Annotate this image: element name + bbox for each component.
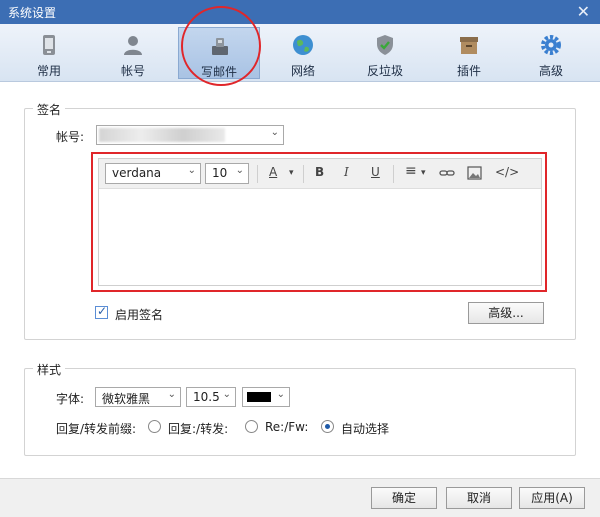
link-icon[interactable] [439,166,455,183]
prefix-label: 回复/转发前缀: [56,422,137,436]
toolbar-divider [303,165,304,183]
globe-icon [293,35,313,55]
toolbar-divider [393,165,394,183]
account-icon [124,36,142,55]
signature-section-title: 签名 [33,101,66,118]
font-color-dropdown-icon[interactable]: ▾ [289,168,294,178]
toolbar-divider [257,165,258,183]
editor-toolbar: verdana ⌄ 10 ⌄ A ▾ B I U ≡ ▾ </> [99,159,541,189]
tab-network[interactable]: 网络 [262,27,344,79]
style-section-title: 样式 [33,361,66,378]
font-label: 字体: [56,392,85,406]
font-color-button[interactable]: A [269,165,277,179]
prefix-radio-reply-forward[interactable] [148,420,161,433]
gear-icon [541,35,561,55]
prefix-option-reply-forward: 回复:/转发: [168,422,229,436]
window-title: 系统设置 [8,6,57,20]
cancel-button[interactable]: 取消 [446,487,512,509]
prefix-option-re-fw: Re:/Fw: [265,420,309,434]
italic-button[interactable]: I [344,165,349,179]
chevron-down-icon: ⌄ [187,165,196,176]
style-size-select[interactable]: 10.5 ⌄ [186,387,236,407]
signature-editor: verdana ⌄ 10 ⌄ A ▾ B I U ≡ ▾ </> [98,158,542,286]
tab-antispam[interactable]: 反垃圾 [344,27,426,79]
color-swatch [247,392,271,402]
prefix-option-auto: 自动选择 [341,422,390,436]
dialog-footer: 确定 取消 应用(A) [0,478,600,517]
chevron-down-icon: ⌄ [270,127,279,138]
account-select[interactable]: ⌄ [96,125,284,145]
chevron-down-icon: ⌄ [235,165,244,176]
account-value-blurred [99,128,225,142]
signature-advanced-button[interactable]: 高级... [468,302,544,324]
tab-advanced[interactable]: 高级 [510,27,592,79]
align-dropdown-icon[interactable]: ▾ [421,168,426,178]
image-icon[interactable] [467,166,482,183]
underline-button[interactable]: U [371,165,380,179]
chevron-down-icon: ⌄ [222,389,231,400]
tab-general[interactable]: 常用 [8,27,90,79]
style-group: 样式 [24,361,576,456]
prefix-radio-auto[interactable] [321,420,334,433]
shield-icon [377,35,393,55]
font-size-select[interactable]: 10 ⌄ [205,163,249,184]
ok-button[interactable]: 确定 [371,487,437,509]
align-button[interactable]: ≡ [405,163,417,179]
account-label: 帐号: [56,130,85,144]
general-icon [43,35,55,55]
apply-button[interactable]: 应用(A) [519,487,585,509]
style-color-select[interactable]: ⌄ [242,387,290,407]
signature-text-area[interactable] [99,189,541,285]
tab-account[interactable]: 帐号 [92,27,174,79]
enable-signature-checkbox[interactable] [95,304,108,319]
enable-signature-label: 启用签名 [115,308,164,322]
style-font-select[interactable]: 微软雅黑 ⌄ [95,387,181,407]
html-code-button[interactable]: </> [495,165,519,179]
font-family-select[interactable]: verdana ⌄ [105,163,201,184]
plugin-icon [460,37,478,54]
close-icon[interactable]: ✕ [577,2,590,21]
compose-icon [212,38,228,55]
chevron-down-icon: ⌄ [276,389,285,400]
settings-toolbar: 常用 帐号 写邮件 网络 反垃圾 插件 高级 [0,24,600,82]
prefix-radio-re-fw[interactable] [245,420,258,433]
tab-compose[interactable]: 写邮件 [178,27,260,79]
bold-button[interactable]: B [315,165,324,179]
tab-plugins[interactable]: 插件 [428,27,510,79]
chevron-down-icon: ⌄ [167,389,176,400]
title-bar: 系统设置 ✕ [0,0,600,24]
